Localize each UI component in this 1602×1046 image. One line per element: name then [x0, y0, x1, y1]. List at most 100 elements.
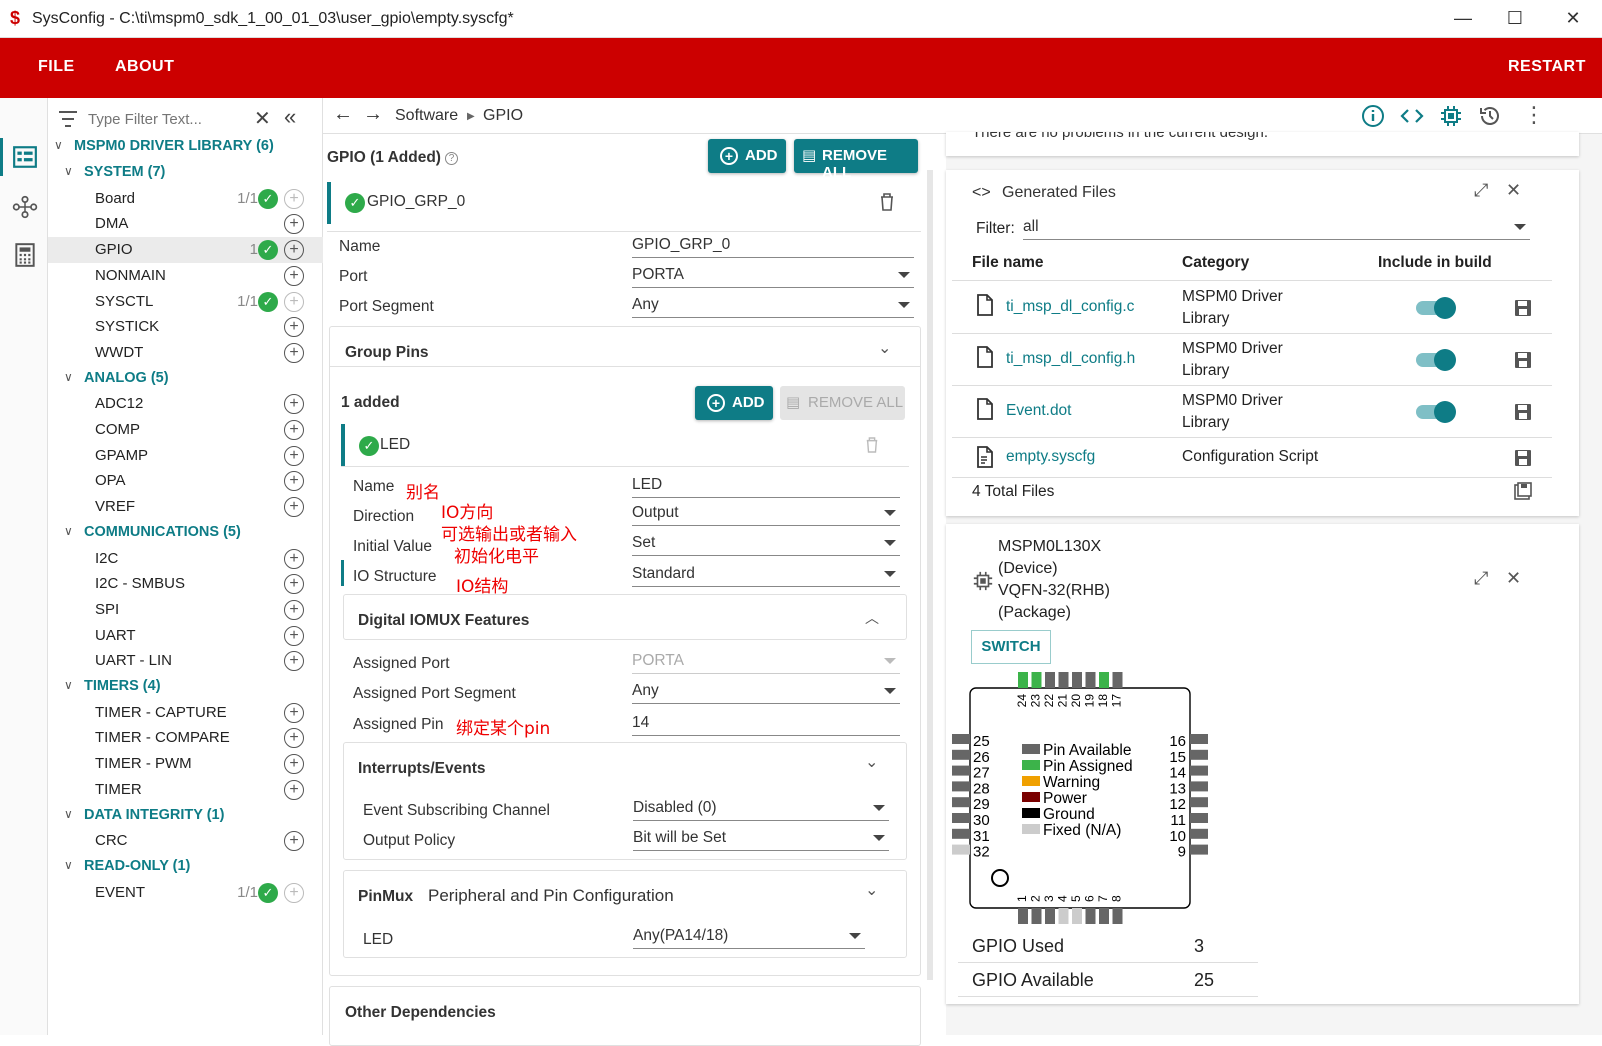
direction-select[interactable]: Output	[632, 504, 900, 526]
add-instance-icon[interactable]: +	[284, 445, 304, 466]
add-instance-icon[interactable]: +	[284, 214, 304, 235]
add-instance-icon[interactable]: +	[284, 497, 304, 518]
tree-item[interactable]: UART +	[48, 623, 323, 649]
add-instance-icon[interactable]: +	[284, 342, 304, 363]
add-instance-icon[interactable]: +	[284, 188, 304, 209]
port-select[interactable]: PORTA	[632, 266, 914, 288]
add-instance-icon[interactable]: +	[284, 831, 304, 852]
tree-item[interactable]: TIMER - CAPTURE +	[48, 700, 323, 726]
info-icon[interactable]	[1361, 104, 1385, 128]
tree-item[interactable]: DMA +	[48, 211, 323, 237]
add-instance-icon[interactable]: +	[284, 651, 304, 672]
chip-icon[interactable]	[1439, 104, 1463, 128]
calculator-view-icon[interactable]	[12, 242, 38, 268]
add-pin-button[interactable]: + ADD	[695, 386, 773, 420]
breadcrumb-software[interactable]: Software	[395, 107, 458, 125]
close-panel-icon[interactable]: ✕	[1506, 180, 1521, 201]
output-policy-select[interactable]: Bit will be Set	[633, 829, 889, 851]
pinmux-chevron-icon[interactable]: ⌄	[865, 880, 878, 900]
collapse-panel-icon[interactable]: «	[284, 104, 296, 130]
tree-group[interactable]: ∨ DATA INTEGRITY (1)	[48, 803, 323, 829]
add-instance-icon[interactable]: +	[284, 394, 304, 415]
clear-filter-icon[interactable]: ✕	[254, 106, 271, 131]
pin-title[interactable]: LED	[380, 436, 410, 454]
file-link[interactable]: ti_msp_dl_config.c	[1006, 298, 1134, 316]
tree-item[interactable]: TIMER - PWM +	[48, 751, 323, 777]
tree-item[interactable]: I2C +	[48, 546, 323, 572]
chevron-down-icon[interactable]: ∨	[64, 678, 73, 692]
package-diagram[interactable]: 24 23 22 21 20 19 18 171 2 3 4 5 6 7 82526272829303132…	[946, 664, 1246, 934]
tree-item[interactable]: SPI +	[48, 597, 323, 623]
initial-value-select[interactable]: Set	[632, 534, 900, 556]
expand-icon[interactable]: ⤢	[1474, 180, 1488, 201]
file-link[interactable]: ti_msp_dl_config.h	[1006, 350, 1135, 368]
tree-item[interactable]: Board 1/1 ✓ +	[48, 186, 323, 212]
add-instance-icon[interactable]: +	[284, 317, 304, 338]
add-gpio-button[interactable]: + ADD	[708, 139, 786, 173]
remove-all-gpio-button[interactable]: ▤ REMOVE ALL	[794, 139, 918, 181]
back-arrow-icon[interactable]: ←	[333, 103, 353, 126]
add-instance-icon[interactable]: +	[284, 599, 304, 620]
include-build-toggle[interactable]	[1416, 349, 1456, 371]
restart-button[interactable]: RESTART	[1508, 58, 1586, 76]
device-close-icon[interactable]: ✕	[1506, 568, 1521, 589]
chevron-down-icon[interactable]: ∨	[64, 858, 73, 872]
hierarchy-view-icon[interactable]	[12, 194, 38, 220]
add-instance-icon[interactable]: +	[284, 882, 304, 903]
assigned-segment-select[interactable]: Any	[632, 682, 900, 704]
save-all-icon[interactable]	[1514, 482, 1532, 500]
help-icon[interactable]: ?	[445, 152, 458, 165]
delete-instance-icon[interactable]	[879, 192, 895, 212]
chevron-down-icon[interactable]: ∨	[64, 164, 73, 178]
chevron-down-icon[interactable]: ∨	[64, 807, 73, 821]
forward-arrow-icon[interactable]: →	[363, 103, 383, 126]
tree-group[interactable]: ∨ ANALOG (5)	[48, 366, 323, 392]
tree-group[interactable]: ∨ READ-ONLY (1)	[48, 854, 323, 880]
minimize-icon[interactable]: —	[1448, 8, 1478, 29]
about-menu[interactable]: ABOUT	[115, 58, 174, 76]
delete-pin-icon[interactable]	[865, 436, 879, 454]
tree-item[interactable]: I2C - SMBUS +	[48, 571, 323, 597]
tree-group[interactable]: ∨ SYSTEM (7)	[48, 160, 323, 186]
save-file-icon[interactable]	[1514, 403, 1532, 421]
switch-button[interactable]: SWITCH	[971, 630, 1051, 664]
tree-item[interactable]: UART - LIN +	[48, 648, 323, 674]
file-link[interactable]: Event.dot	[1006, 402, 1072, 420]
add-instance-icon[interactable]: +	[284, 779, 304, 800]
chevron-down-icon[interactable]: ∨	[64, 524, 73, 538]
group-pins-chevron-icon[interactable]: ⌄	[878, 338, 891, 358]
add-instance-icon[interactable]: +	[284, 548, 304, 569]
add-instance-icon[interactable]: +	[284, 471, 304, 492]
code-view-icon[interactable]	[1400, 104, 1424, 128]
interrupts-chevron-icon[interactable]: ⌄	[865, 752, 878, 772]
chevron-down-icon[interactable]: ∨	[54, 138, 63, 152]
save-file-icon[interactable]	[1514, 299, 1532, 317]
pin-name-field[interactable]: LED	[632, 476, 900, 498]
group-pins-title[interactable]: Group Pins	[345, 344, 429, 362]
more-options-icon[interactable]: ⋮	[1523, 102, 1545, 128]
iomux-chevron-up-icon[interactable]: ︿	[865, 608, 879, 628]
tree-item[interactable]: ADC12 +	[48, 391, 323, 417]
tree-item[interactable]: NONMAIN +	[48, 263, 323, 289]
tree-root[interactable]: ∨ MSPM0 DRIVER LIBRARY (6)	[48, 134, 323, 160]
add-instance-icon[interactable]: +	[284, 420, 304, 440]
tree-item[interactable]: CRC +	[48, 828, 323, 854]
add-instance-icon[interactable]: +	[284, 265, 304, 286]
add-instance-icon[interactable]: +	[284, 728, 304, 749]
tree-item[interactable]: TIMER +	[48, 777, 323, 803]
assigned-pin-field[interactable]: 14	[632, 714, 900, 736]
port-segment-select[interactable]: Any	[632, 296, 914, 318]
name-field[interactable]: GPIO_GRP_0	[632, 236, 914, 258]
software-view-icon[interactable]	[12, 144, 38, 170]
close-window-icon[interactable]: ✕	[1558, 8, 1588, 29]
tree-item[interactable]: EVENT 1/1 ✓ +	[48, 880, 323, 906]
add-instance-icon[interactable]: +	[284, 625, 304, 646]
tree-group[interactable]: ∨ COMMUNICATIONS (5)	[48, 520, 323, 546]
add-instance-icon[interactable]: +	[284, 574, 304, 595]
tree-item[interactable]: TIMER - COMPARE +	[48, 725, 323, 751]
history-icon[interactable]	[1478, 104, 1502, 128]
filter-input[interactable]	[88, 106, 248, 132]
maximize-icon[interactable]: ☐	[1500, 8, 1530, 29]
tree-item[interactable]: COMP +	[48, 417, 323, 443]
add-instance-icon[interactable]: +	[284, 291, 304, 312]
